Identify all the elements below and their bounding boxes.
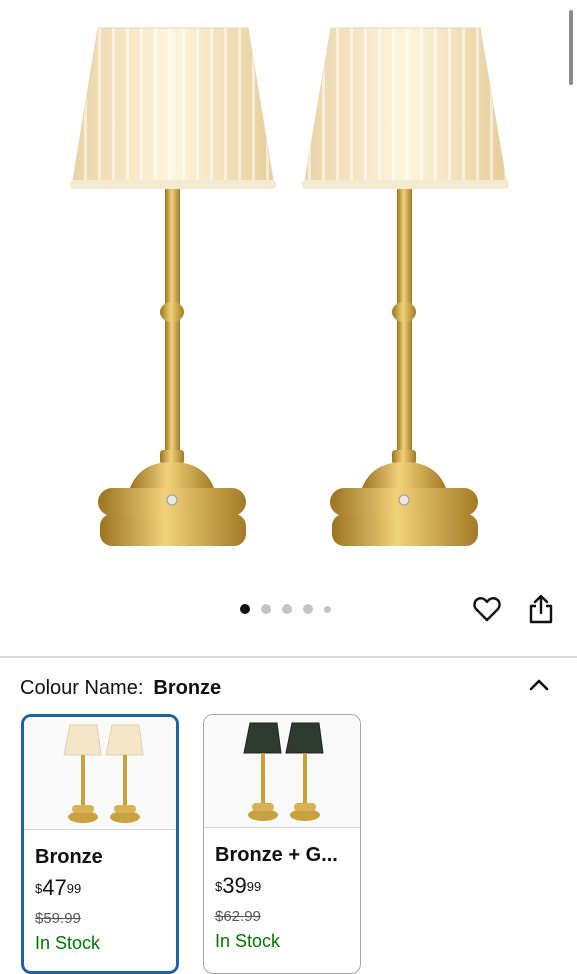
swatch-was-price: $62.99 [215, 908, 261, 925]
chevron-up-icon [529, 679, 549, 691]
heart-icon [473, 597, 501, 622]
carousel-dot-3[interactable] [282, 604, 292, 614]
swatch-name: Bronze + G... [215, 844, 338, 866]
colour-name-label: Colour Name: [20, 677, 144, 699]
collapse-variations-button[interactable] [526, 672, 552, 698]
wishlist-button[interactable] [470, 592, 504, 626]
swatch-image [24, 717, 176, 830]
swatch-price: $3999 [215, 873, 262, 898]
carousel-dot-2[interactable] [261, 604, 271, 614]
colour-name-heading: Colour Name: Bronze [20, 677, 221, 700]
mini-lamp-left [243, 722, 282, 821]
section-divider [0, 656, 577, 658]
carousel-dot-4[interactable] [303, 604, 313, 614]
swatch-name: Bronze [35, 846, 103, 868]
mini-lamp-right [105, 724, 144, 823]
selected-colour-value: Bronze [153, 677, 222, 699]
mini-lamp-right [285, 722, 324, 821]
share-icon [529, 594, 553, 624]
lamp-pair-illustration [70, 27, 509, 546]
scrollbar[interactable] [569, 10, 573, 85]
share-button[interactable] [524, 592, 558, 626]
product-image[interactable] [0, 0, 577, 590]
carousel-dot-5[interactable] [324, 605, 331, 613]
swatch-availability: In Stock [215, 931, 281, 951]
colour-swatch-bronze[interactable]: Bronze $4799 $59.99 In Stock [21, 714, 179, 974]
colour-swatch-bronze-green[interactable]: Bronze + G... $3999 $62.99 In Stock [203, 714, 361, 974]
swatch-was-price: $59.99 [35, 910, 81, 927]
swatch-price: $4799 [35, 875, 82, 900]
mini-lamp-left [63, 724, 102, 823]
lamp-left [70, 27, 276, 546]
carousel-dot-1[interactable] [240, 604, 250, 614]
swatch-availability: In Stock [35, 933, 101, 953]
swatch-image [204, 715, 360, 828]
lamp-right [302, 27, 509, 546]
image-carousel-dots[interactable] [240, 603, 331, 615]
